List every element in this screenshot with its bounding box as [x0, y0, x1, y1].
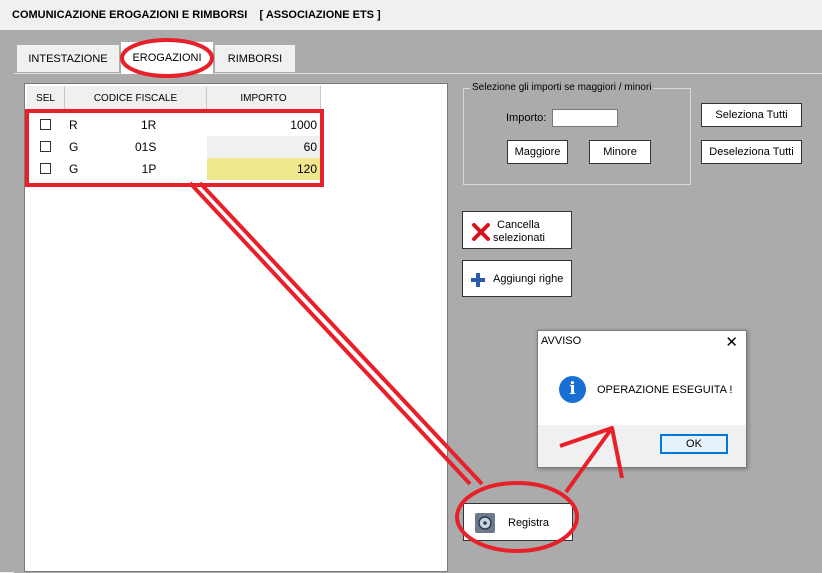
cancella-label-line2: selezionati [493, 232, 545, 244]
tab-erogazioni-label: EROGAZIONI [132, 52, 202, 64]
erogazioni-grid[interactable]: SEL CODICE FISCALE IMPORTO R 1R 1000 G 0… [24, 83, 448, 572]
ok-button[interactable]: OK [660, 434, 728, 454]
window-titlebar: COMUNICAZIONE EROGAZIONI E RIMBORSI [ AS… [0, 0, 822, 31]
codice-fiscale-cell[interactable]: G 01S [69, 136, 209, 158]
tab-intestazione[interactable]: INTESTAZIONE [16, 44, 120, 72]
avviso-dialog: AVVISO ✕ i OPERAZIONE ESEGUITA ! OK [537, 330, 747, 468]
importo-input[interactable] [552, 109, 618, 127]
column-header-codice-fiscale[interactable]: CODICE FISCALE [65, 86, 207, 111]
tab-rimborsi[interactable]: RIMBORSI [214, 44, 296, 72]
maggiore-button[interactable]: Maggiore [507, 140, 568, 164]
window-title: COMUNICAZIONE EROGAZIONI E RIMBORSI [ AS… [12, 9, 381, 21]
cancella-label-line1: Cancella [497, 219, 540, 231]
dialog-title: AVVISO [541, 335, 582, 347]
codice-fiscale-cell[interactable]: R 1R [69, 114, 209, 136]
importo-label: Importo: [506, 112, 547, 124]
deseleziona-tutti-button[interactable]: Deseleziona Tutti [701, 140, 802, 164]
importo-cell[interactable]: 60 [207, 136, 321, 158]
tab-intestazione-label: INTESTAZIONE [28, 53, 108, 65]
aggiungi-righe-button[interactable]: Aggiungi righe [462, 260, 572, 297]
delete-x-icon [472, 223, 490, 241]
row-select-checkbox[interactable] [40, 163, 51, 174]
selection-group-legend: Selezione gli importi se maggiori / mino… [470, 82, 654, 93]
minore-button[interactable]: Minore [589, 140, 651, 164]
table-row[interactable]: R 1R 1000 [27, 114, 321, 136]
disk-save-icon [475, 513, 495, 533]
tab-rimborsi-label: RIMBORSI [227, 53, 283, 65]
row-select-checkbox[interactable] [40, 119, 51, 130]
close-icon[interactable]: ✕ [725, 333, 738, 351]
codice-fiscale-cell[interactable]: G 1P [69, 158, 209, 180]
add-plus-icon [471, 273, 485, 287]
tab-erogazioni[interactable]: EROGAZIONI [120, 41, 214, 74]
aggiungi-label: Aggiungi righe [493, 273, 564, 285]
table-row[interactable]: G 1P 120 [27, 158, 321, 180]
dialog-message: OPERAZIONE ESEGUITA ! [597, 384, 733, 396]
cancella-selezionati-button[interactable]: Cancella selezionati [462, 211, 572, 249]
importo-cell[interactable]: 1000 [207, 114, 321, 136]
table-row[interactable]: G 01S 60 [27, 136, 321, 158]
selection-group [463, 88, 691, 185]
column-header-sel[interactable]: SEL [27, 86, 65, 111]
registra-button[interactable]: Registra [463, 503, 573, 541]
seleziona-tutti-button[interactable]: Seleziona Tutti [701, 103, 802, 127]
info-icon: i [559, 376, 586, 403]
importo-cell-highlighted[interactable]: 120 [207, 158, 321, 180]
row-select-checkbox[interactable] [40, 141, 51, 152]
registra-label: Registra [508, 517, 549, 529]
column-header-importo[interactable]: IMPORTO [207, 86, 321, 111]
dialog-footer: OK [538, 425, 746, 467]
